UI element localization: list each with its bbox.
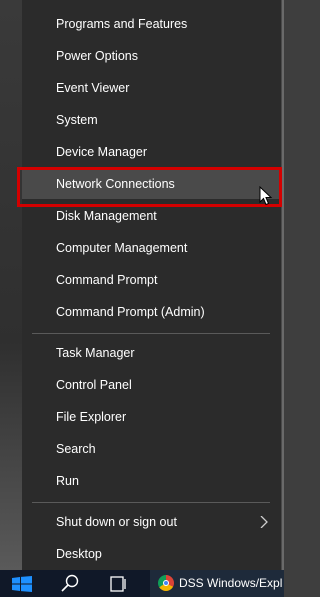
menu-item-power-options[interactable]: Power Options xyxy=(22,41,281,71)
task-view-icon[interactable] xyxy=(108,574,128,594)
menu-separator xyxy=(32,502,270,503)
winx-power-user-menu: Programs and Features Power Options Even… xyxy=(22,0,282,570)
menu-item-system[interactable]: System xyxy=(22,105,281,135)
menu-item-task-manager[interactable]: Task Manager xyxy=(22,338,281,368)
menu-item-device-manager[interactable]: Device Manager xyxy=(22,137,281,167)
menu-item-command-prompt-admin[interactable]: Command Prompt (Admin) xyxy=(22,297,281,327)
menu-item-control-panel[interactable]: Control Panel xyxy=(22,370,281,400)
taskbar-app-button[interactable]: DSS Windows/Expl xyxy=(150,570,284,597)
menu-item-network-connections[interactable]: Network Connections xyxy=(22,169,281,199)
menu-item-shut-down-or-sign-out[interactable]: Shut down or sign out xyxy=(22,507,281,537)
windows-start-icon[interactable] xyxy=(12,576,32,592)
menu-item-event-viewer[interactable]: Event Viewer xyxy=(22,73,281,103)
chrome-icon xyxy=(158,575,174,591)
menu-item-programs-and-features[interactable]: Programs and Features xyxy=(22,9,281,39)
menu-item-file-explorer[interactable]: File Explorer xyxy=(22,402,281,432)
menu-item-disk-management[interactable]: Disk Management xyxy=(22,201,281,231)
menu-item-command-prompt[interactable]: Command Prompt xyxy=(22,265,281,295)
menu-item-search[interactable]: Search xyxy=(22,434,281,464)
taskbar-app-label: DSS Windows/Expl xyxy=(179,576,283,590)
menu-item-computer-management[interactable]: Computer Management xyxy=(22,233,281,263)
menu-item-run[interactable]: Run xyxy=(22,466,281,496)
desktop-background-right xyxy=(282,0,284,570)
menu-separator xyxy=(32,333,270,334)
desktop-background xyxy=(0,0,22,570)
search-icon[interactable] xyxy=(60,573,80,593)
mouse-cursor-icon xyxy=(259,186,273,206)
menu-item-desktop[interactable]: Desktop xyxy=(22,539,281,569)
menu-item-label: Shut down or sign out xyxy=(56,515,177,529)
chevron-right-icon xyxy=(260,516,268,528)
